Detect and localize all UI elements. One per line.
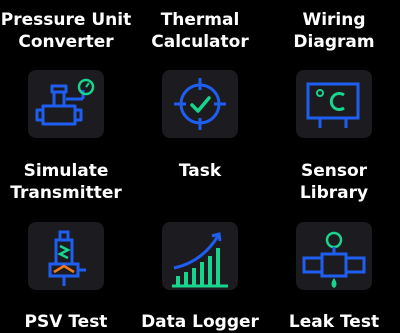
data-logger-label[interactable]: Data Logger xyxy=(134,311,266,333)
task-target-check-icon xyxy=(174,78,226,130)
label-line-1: Thermal xyxy=(160,10,240,30)
safety-valve-icon xyxy=(48,230,86,286)
simulate-transmitter-label[interactable]: Simulate Transmitter xyxy=(0,160,132,204)
sensor-library-label[interactable]: Sensor Library xyxy=(268,160,400,204)
tools-grid: Pressure Unit Converter Thermal Calculat… xyxy=(0,0,400,332)
psv-test-tile[interactable] xyxy=(28,222,104,290)
label-line-1: Data Logger xyxy=(141,312,259,332)
psv-test-label[interactable]: PSV Test xyxy=(0,311,132,333)
simulate-transmitter-tile[interactable] xyxy=(28,70,104,138)
label-line-1: Wiring xyxy=(302,10,366,30)
pressure-transmitter-icon xyxy=(35,78,95,126)
bar-chart-trend-icon xyxy=(172,232,228,288)
pipe-leak-icon xyxy=(302,231,366,288)
label-line-1: PSV Test xyxy=(24,312,108,332)
label-line-2: Diagram xyxy=(293,32,375,52)
data-logger-tile[interactable] xyxy=(162,222,238,290)
thermal-calculator-label[interactable]: Thermal Calculator xyxy=(134,9,266,53)
label-line-2: Calculator xyxy=(151,32,249,52)
label-line-2: Transmitter xyxy=(10,183,122,203)
label-line-1: Simulate xyxy=(23,161,109,181)
label-line-2: Converter xyxy=(18,32,114,52)
task-label[interactable]: Task xyxy=(134,160,266,182)
pressure-unit-converter-label[interactable]: Pressure Unit Converter xyxy=(0,9,132,53)
label-line-1: Pressure Unit xyxy=(0,10,132,30)
wiring-diagram-label[interactable]: Wiring Diagram xyxy=(268,9,400,53)
leak-test-label[interactable]: Leak Test xyxy=(268,311,400,333)
label-line-1: Task xyxy=(178,161,222,181)
label-line-2: Library xyxy=(299,183,369,203)
task-tile[interactable] xyxy=(162,70,238,138)
leak-test-tile[interactable] xyxy=(296,222,372,290)
sensor-library-tile[interactable] xyxy=(296,70,372,138)
label-line-1: Sensor xyxy=(300,161,368,181)
label-line-1: Leak Test xyxy=(288,312,380,332)
thermometer-celsius-board-icon xyxy=(306,82,360,128)
